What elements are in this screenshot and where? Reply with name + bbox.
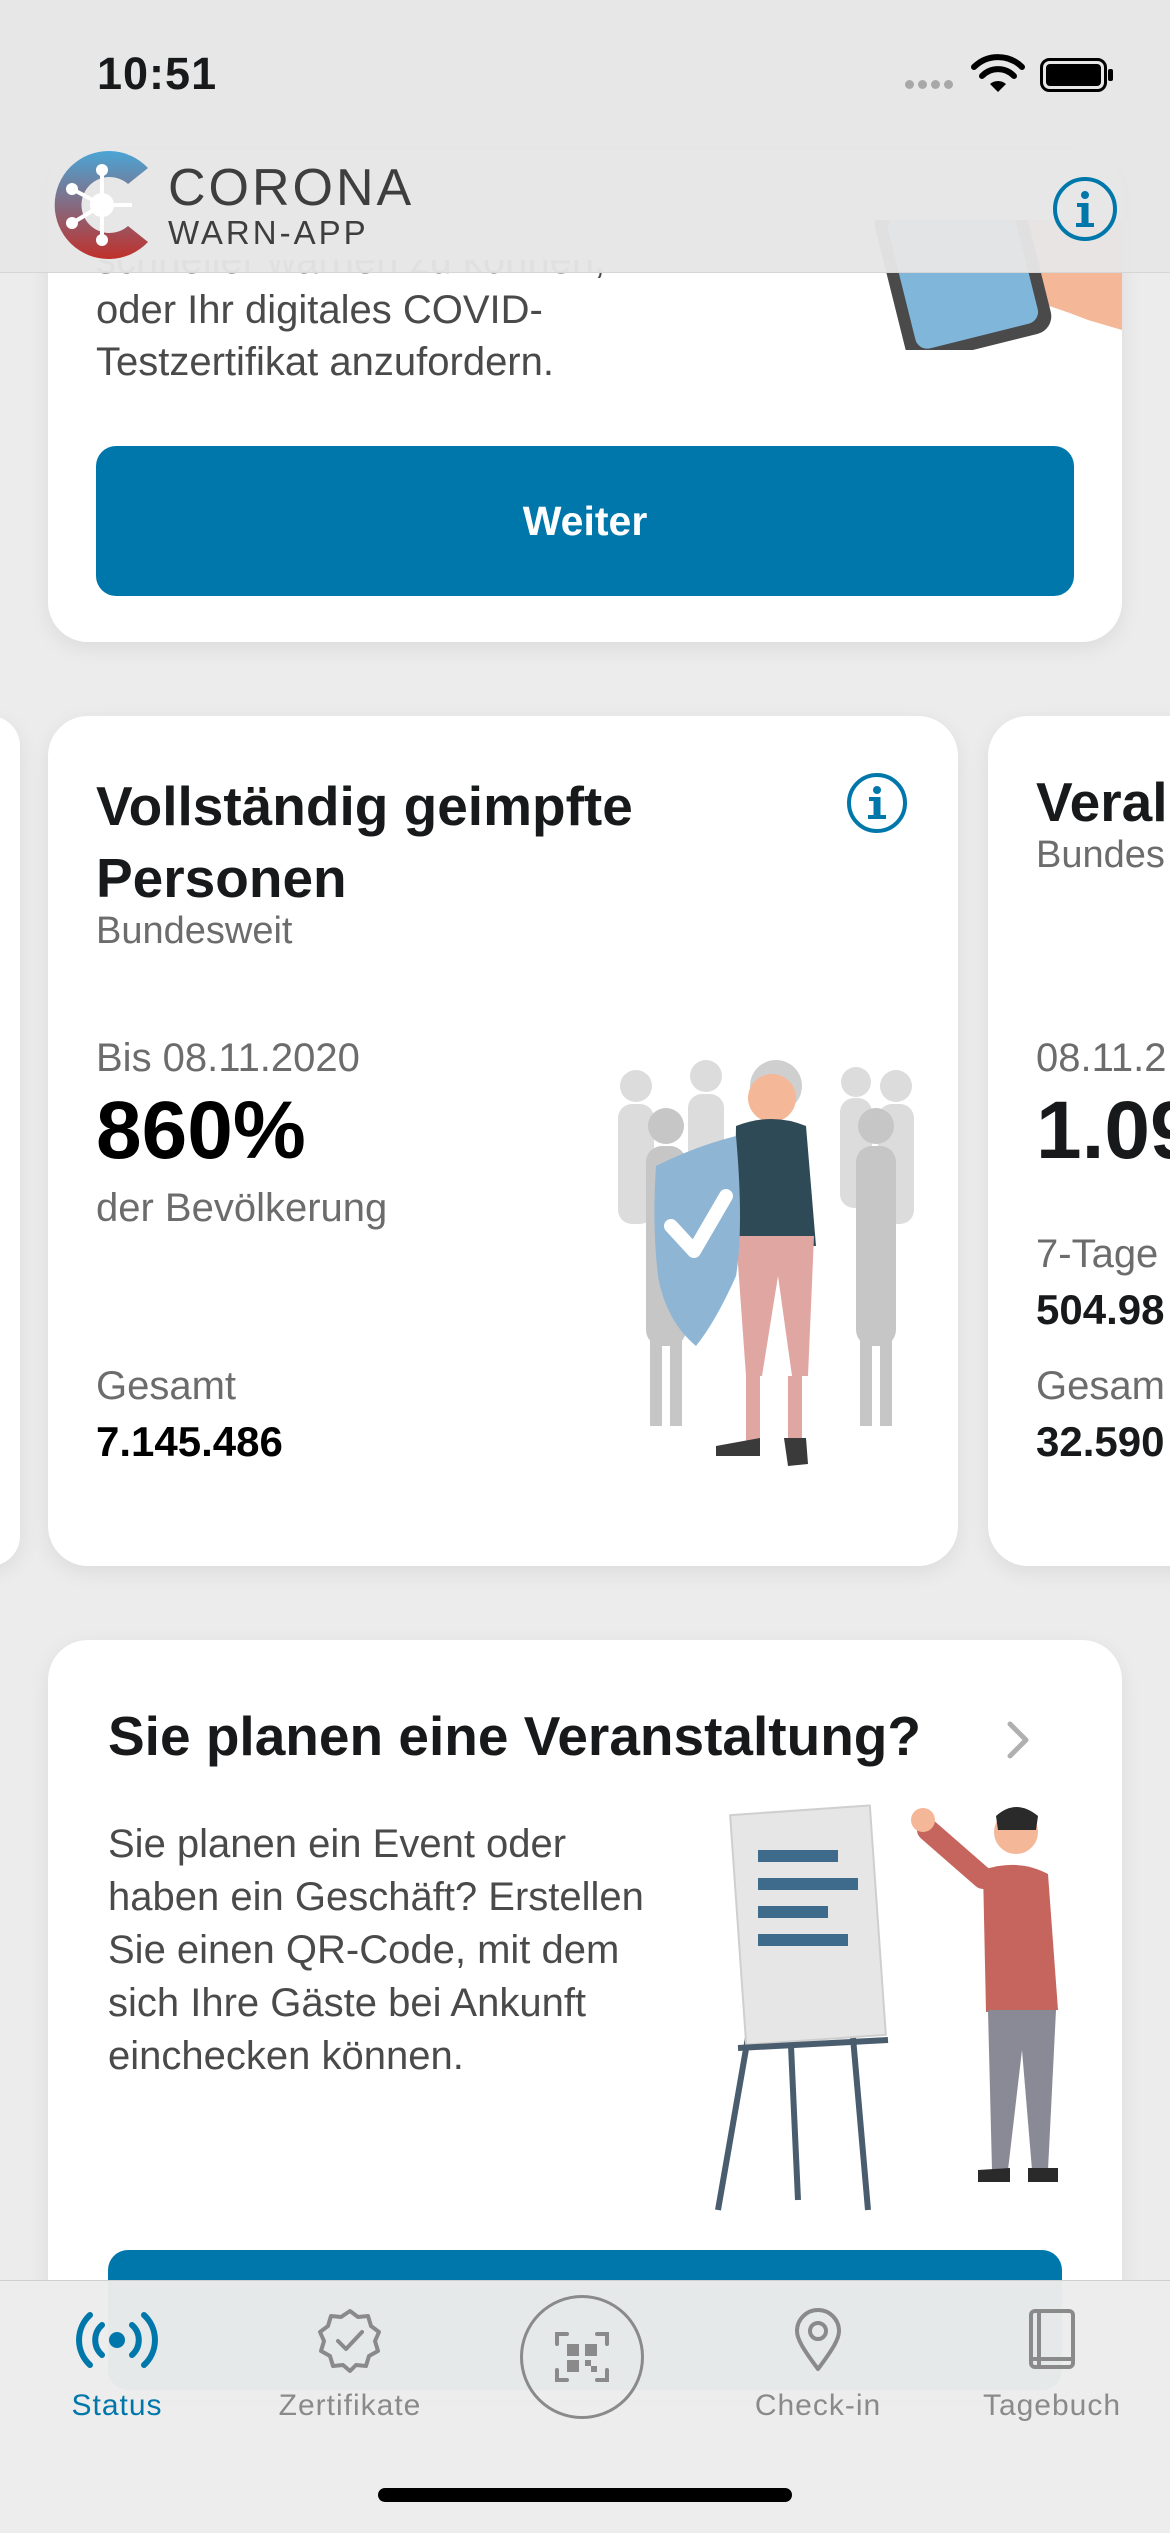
app-logo-icon xyxy=(54,151,149,259)
wifi-icon xyxy=(971,54,1025,92)
intro-text-line: Testzertifikat anzufordern. xyxy=(96,340,554,384)
stat-date: Bis 08.11.2020 xyxy=(96,1036,360,1080)
status-waves-icon xyxy=(76,2312,158,2368)
next-stat-subtitle: Bundes xyxy=(1036,834,1165,876)
next-stat-value1: 504.98 xyxy=(1036,1286,1165,1333)
header-bar: 10:51 CORONA WARN-APP xyxy=(0,0,1170,273)
next-stat-card[interactable]: Veral Bundes 08.11.2 1.09 7-Tage 504.98 … xyxy=(988,716,1170,1566)
cellular-signal-icon xyxy=(905,76,961,89)
certificate-badge-icon xyxy=(318,2309,381,2373)
stat-total-value: 7.145.486 xyxy=(96,1418,283,1465)
event-title: Sie planen eine Veranstaltung? xyxy=(108,1705,921,1767)
continue-button[interactable]: Weiter xyxy=(96,446,1074,596)
chevron-right-icon xyxy=(1007,1721,1029,1759)
next-stat-value2: 32.590 xyxy=(1036,1418,1165,1465)
intro-text: schneller warnen zu können, oder Ihr dig… xyxy=(96,260,656,388)
next-stat-label2: Gesam xyxy=(1036,1364,1165,1408)
tab-status-label: Status xyxy=(71,2389,163,2422)
info-icon[interactable] xyxy=(1052,176,1118,242)
tab-diary-label: Tagebuch xyxy=(982,2389,1122,2422)
stat-value: 860% xyxy=(96,1085,306,1176)
home-indicator xyxy=(378,2488,792,2502)
info-icon[interactable] xyxy=(846,772,908,834)
stat-value-description: der Bevölkerung xyxy=(96,1186,388,1230)
qr-scan-button[interactable] xyxy=(520,2295,644,2419)
stat-total-label: Gesamt xyxy=(96,1364,237,1408)
next-stat-title: Veral xyxy=(1036,771,1168,833)
tab-checkin[interactable]: Check-in xyxy=(718,2305,918,2423)
location-pin-icon xyxy=(795,2308,841,2371)
tab-diary[interactable]: Tagebuch xyxy=(952,2305,1152,2423)
tab-certificates-label: Zertifikate xyxy=(278,2389,422,2422)
brand-name: CORONA xyxy=(168,159,415,217)
stat-subtitle: Bundesweit xyxy=(96,910,293,952)
next-stat-value: 1.09 xyxy=(1036,1085,1170,1176)
intro-text-line: oder Ihr digitales COVID- xyxy=(96,288,543,332)
qr-scan-icon xyxy=(555,2332,609,2382)
tab-checkin-label: Check-in xyxy=(754,2389,882,2422)
brand-subname: WARN-APP xyxy=(168,214,369,251)
vaccination-stat-card[interactable]: Vollständig geimpfte Personen Bundesweit… xyxy=(48,716,958,1566)
shield-person-illustration xyxy=(618,1060,914,1466)
next-stat-label1: 7-Tage xyxy=(1036,1232,1159,1276)
tab-status[interactable]: Status xyxy=(17,2305,217,2423)
stat-title: Vollständig geimpfte Personen xyxy=(96,775,633,909)
next-stat-date: 08.11.2 xyxy=(1036,1036,1167,1080)
battery-icon xyxy=(1040,58,1113,92)
presenter-illustration xyxy=(715,1804,1058,2211)
status-time: 10:51 xyxy=(97,48,218,99)
previous-stat-card[interactable] xyxy=(0,716,20,1566)
event-description: Sie planen ein Event oder haben ein Gesc… xyxy=(108,1822,644,2078)
tab-certificates[interactable]: Zertifikate xyxy=(250,2305,450,2423)
book-icon xyxy=(1029,2309,1075,2369)
